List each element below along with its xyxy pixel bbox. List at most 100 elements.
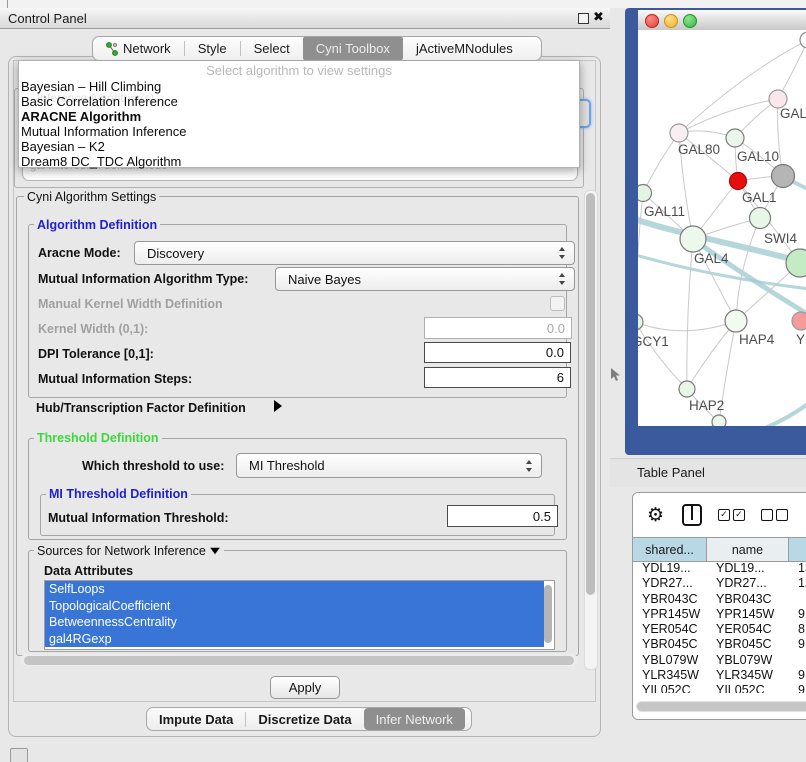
network-node[interactable] — [638, 185, 652, 202]
network-canvas[interactable]: GALGAL80GAL10GAL1GAL11SWI4GAL4HAP4YGCY1H… — [638, 30, 806, 426]
expand-arrow-icon[interactable] — [274, 400, 282, 412]
table-cell: YBL079W — [633, 653, 707, 668]
scrollbar-thumb[interactable] — [586, 193, 595, 595]
network-node[interactable] — [772, 165, 795, 188]
data-attribute-item[interactable]: TopologicalCoefficient — [45, 598, 544, 615]
collapse-arrow-icon[interactable] — [211, 548, 221, 554]
manual-kernel-checkbox[interactable] — [550, 296, 565, 311]
corner-mini-button[interactable] — [10, 748, 28, 762]
sources-title: Sources for Network Inference — [34, 544, 224, 558]
scrollbar-thumb[interactable] — [24, 656, 574, 665]
table-row[interactable]: YPR145WYPR145W9. — [633, 607, 806, 622]
network-node[interactable] — [679, 381, 695, 397]
apply-button[interactable]: Apply — [270, 676, 340, 699]
table-row[interactable]: YER054CYER054C8. — [633, 622, 806, 637]
data-attribute-item[interactable]: BetweennessCentrality — [45, 614, 544, 631]
network-node[interactable] — [670, 124, 688, 142]
network-node[interactable] — [750, 208, 771, 229]
dropdown-item[interactable]: Bayesian – Hill Climbing — [21, 79, 577, 94]
node-label: Y — [796, 332, 805, 347]
node-label: GAL10 — [737, 149, 779, 164]
tab-select[interactable]: Select — [241, 37, 303, 60]
network-node[interactable] — [712, 415, 726, 426]
dropdown-item[interactable]: Dream8 DC_TDC Algorithm — [21, 154, 577, 169]
table-row[interactable]: YBR045CYBR045C9. — [633, 637, 806, 652]
node-label: SWI4 — [764, 231, 797, 246]
gear-icon[interactable]: ⚙ — [647, 504, 664, 526]
network-edge[interactable] — [687, 239, 693, 389]
network-node[interactable] — [680, 226, 706, 252]
dpi-tolerance-input[interactable]: 0.0 — [424, 342, 571, 363]
which-threshold-select[interactable]: MI Threshold — [236, 453, 542, 478]
float-icon[interactable] — [578, 13, 589, 24]
kernel-width-label: Kernel Width (0,1): — [38, 322, 148, 336]
table-row[interactable]: YDR27...YDR27...12 — [633, 576, 806, 591]
screen: Control Panel ✖ Network Style Select Cyn… — [0, 0, 806, 762]
table-cell: YER054C — [633, 622, 707, 637]
zoom-traffic-light-icon[interactable] — [683, 14, 697, 28]
select-all-icon[interactable]: ✓✓ — [718, 509, 745, 521]
tab-style[interactable]: Style — [185, 37, 240, 60]
column-header[interactable] — [789, 538, 806, 561]
table-row[interactable]: YDL19...YDL19...13 — [633, 561, 806, 576]
split-columns-icon[interactable] — [682, 504, 702, 526]
column-header[interactable]: name — [707, 538, 789, 561]
close-icon[interactable]: ✖ — [593, 9, 604, 25]
close-traffic-light-icon[interactable] — [645, 14, 659, 28]
data-attribute-item[interactable]: SelfLoops — [45, 581, 544, 598]
table-cell: YIL052C — [633, 683, 707, 693]
table-cell: YBR043C — [707, 592, 789, 607]
network-node[interactable] — [725, 310, 747, 332]
bottom-tab-bar: Impute Data Discretize Data Infer Networ… — [146, 707, 472, 731]
network-node[interactable] — [792, 312, 806, 330]
network-node[interactable] — [730, 173, 747, 190]
manual-kernel-label: Manual Kernel Width Definition — [38, 297, 223, 311]
table-cell: YPR145W — [707, 607, 789, 622]
table-cell: YBR043C — [633, 592, 707, 607]
network-edge[interactable] — [643, 133, 679, 193]
tab-impute-data[interactable]: Impute Data — [147, 708, 245, 730]
table-cell: YDL19... — [707, 561, 789, 576]
network-node[interactable] — [800, 32, 806, 48]
tab-network[interactable]: Network — [93, 37, 184, 60]
node-label: GAL1 — [742, 190, 777, 205]
network-node[interactable] — [726, 129, 744, 147]
tab-infer-network[interactable]: Infer Network — [364, 708, 465, 730]
data-attribute-item[interactable]: gal4RGexp — [45, 631, 544, 648]
tab-cyni-toolbox[interactable]: Cyni Toolbox — [303, 37, 403, 60]
table-row[interactable]: YBL079WYBL079W — [633, 653, 806, 668]
minimize-traffic-light-icon[interactable] — [664, 14, 678, 28]
column-header[interactable]: shared... — [633, 538, 707, 561]
table-row[interactable]: YLR345WYLR345W9. — [633, 668, 806, 683]
table-header-row: shared...name — [633, 537, 806, 562]
mi-steps-input[interactable]: 6 — [424, 367, 571, 388]
tab-discretize-data[interactable]: Discretize Data — [246, 708, 363, 730]
network-edge-highlighted[interactable] — [750, 396, 806, 426]
table-horizontal-scrollbar[interactable] — [637, 702, 806, 711]
table-row[interactable]: YIL052CYIL052C9. — [633, 683, 806, 693]
table-cell: YDL19... — [633, 561, 707, 576]
dropdown-item[interactable]: Basic Correlation Inference — [21, 94, 577, 109]
mi-algorithm-type-select[interactable]: Naive Bayes — [275, 267, 575, 291]
table-cell: 9. — [789, 637, 806, 652]
network-edge[interactable] — [679, 99, 778, 133]
tab-jactivemnodules[interactable]: jActiveMNodules — [403, 37, 526, 60]
network-edge[interactable] — [638, 322, 687, 389]
spinner-arrows-icon — [525, 460, 533, 472]
network-node[interactable] — [638, 314, 643, 330]
table-cell: YPR145W — [633, 607, 707, 622]
dropdown-item[interactable]: ARACNE Algorithm — [21, 109, 577, 124]
top-strip — [0, 0, 806, 8]
list-scrollbar[interactable] — [544, 585, 552, 643]
data-attributes-list[interactable]: SelfLoopsTopologicalCoefficientBetweenne… — [44, 580, 555, 650]
aracne-mode-select[interactable]: Discovery — [134, 241, 575, 265]
node-label: HAP2 — [689, 398, 724, 413]
deselect-all-icon[interactable] — [761, 509, 788, 521]
network-edge[interactable] — [687, 321, 736, 389]
table-row[interactable]: YBR043CYBR043C — [633, 592, 806, 607]
table-cell: YER054C — [707, 622, 789, 637]
table-cell: YLR345W — [707, 668, 789, 683]
dropdown-item[interactable]: Mutual Information Inference — [21, 124, 577, 139]
dropdown-item[interactable]: Bayesian – K2 — [21, 139, 577, 154]
mi-threshold-input[interactable]: 0.5 — [447, 505, 558, 527]
